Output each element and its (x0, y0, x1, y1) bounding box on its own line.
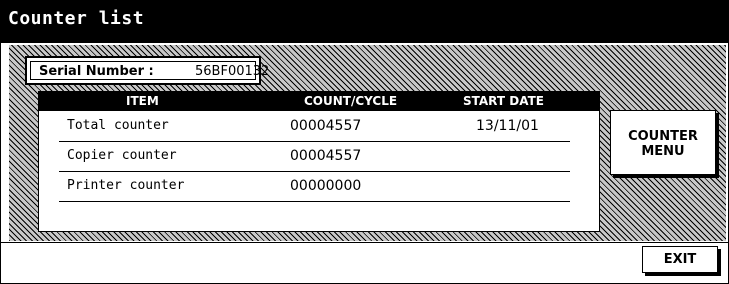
row-item-name: Copier counter (67, 148, 177, 163)
counter-list-window: Counter list Serial Number : 56BF00132 I… (0, 0, 729, 284)
table-header: ITEM COUNT/CYCLE START DATE (39, 92, 599, 111)
table-row: Copier counter 00004557 (59, 142, 570, 172)
column-header-count-cycle: COUNT/CYCLE (304, 94, 398, 108)
exit-button-label: EXIT (663, 252, 697, 267)
row-count-value: 00000000 (290, 178, 362, 194)
row-start-date: 13/11/01 (476, 118, 539, 134)
serial-number-value: 56BF00132 (195, 64, 270, 79)
counter-menu-label-line2: MENU (641, 144, 685, 159)
window-title: Counter list (8, 8, 145, 29)
row-count-value: 00004557 (290, 118, 362, 134)
column-header-start-date: START DATE (463, 94, 544, 108)
table-row: Printer counter 00000000 (59, 172, 570, 202)
title-bar: Counter list (1, 1, 728, 43)
row-item-name: Total counter (67, 118, 169, 133)
counter-table: ITEM COUNT/CYCLE START DATE Total counte… (38, 91, 600, 232)
serial-number-box: Serial Number : 56BF00132 (25, 56, 269, 85)
counter-menu-button[interactable]: COUNTER MENU (610, 110, 716, 175)
column-header-item: ITEM (126, 94, 159, 108)
table-row: Total counter 00004557 13/11/01 (59, 112, 570, 142)
serial-number-label: Serial Number : (39, 64, 154, 79)
exit-button[interactable]: EXIT (642, 246, 718, 273)
divider (1, 242, 728, 243)
row-item-name: Printer counter (67, 178, 185, 193)
counter-menu-label-line1: COUNTER (628, 129, 698, 144)
row-count-value: 00004557 (290, 148, 362, 164)
